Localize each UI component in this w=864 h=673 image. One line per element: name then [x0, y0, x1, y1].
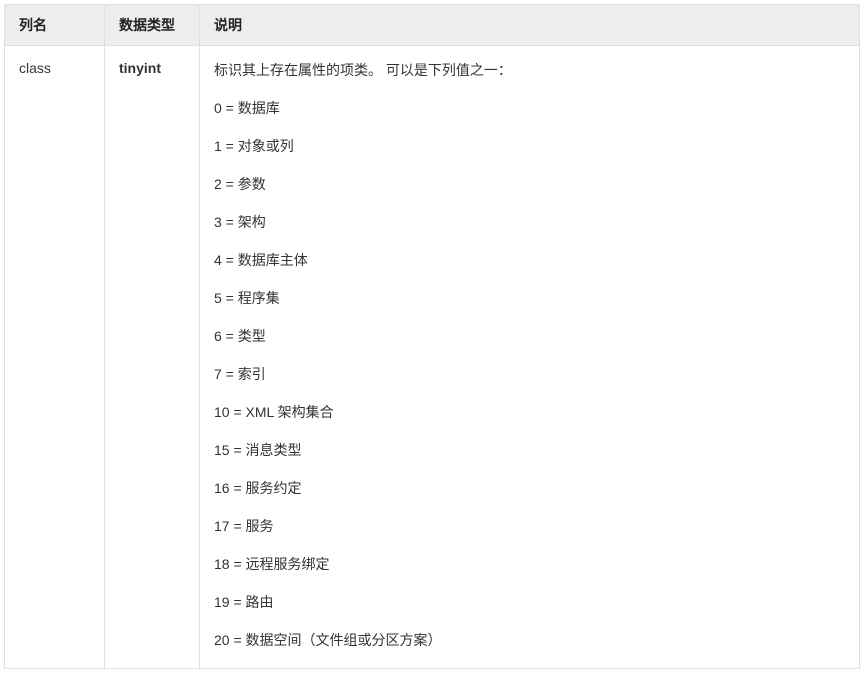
cell-column-name: class	[5, 46, 105, 669]
cell-data-type: tinyint	[105, 46, 200, 669]
header-description: 说明	[200, 5, 860, 46]
description-value: 2 = 参数	[214, 174, 845, 194]
description-value: 1 = 对象或列	[214, 136, 845, 156]
description-value: 19 = 路由	[214, 592, 845, 612]
table-row: class tinyint 标识其上存在属性的项类。 可以是下列值之一： 0 =…	[5, 46, 860, 669]
description-value: 0 = 数据库	[214, 98, 845, 118]
description-value: 10 = XML 架构集合	[214, 402, 845, 422]
description-value: 5 = 程序集	[214, 288, 845, 308]
description-value: 18 = 远程服务绑定	[214, 554, 845, 574]
description-value: 7 = 索引	[214, 364, 845, 384]
description-value: 3 = 架构	[214, 212, 845, 232]
description-value: 15 = 消息类型	[214, 440, 845, 460]
description-intro: 标识其上存在属性的项类。 可以是下列值之一：	[214, 60, 845, 80]
data-table: 列名 数据类型 说明 class tinyint 标识其上存在属性的项类。 可以…	[4, 4, 860, 669]
description-value: 6 = 类型	[214, 326, 845, 346]
table-header-row: 列名 数据类型 说明	[5, 5, 860, 46]
description-value: 4 = 数据库主体	[214, 250, 845, 270]
description-value: 16 = 服务约定	[214, 478, 845, 498]
description-value: 17 = 服务	[214, 516, 845, 536]
cell-description: 标识其上存在属性的项类。 可以是下列值之一： 0 = 数据库 1 = 对象或列 …	[200, 46, 860, 669]
description-value: 20 = 数据空间（文件组或分区方案）	[214, 630, 845, 650]
header-data-type: 数据类型	[105, 5, 200, 46]
header-column-name: 列名	[5, 5, 105, 46]
